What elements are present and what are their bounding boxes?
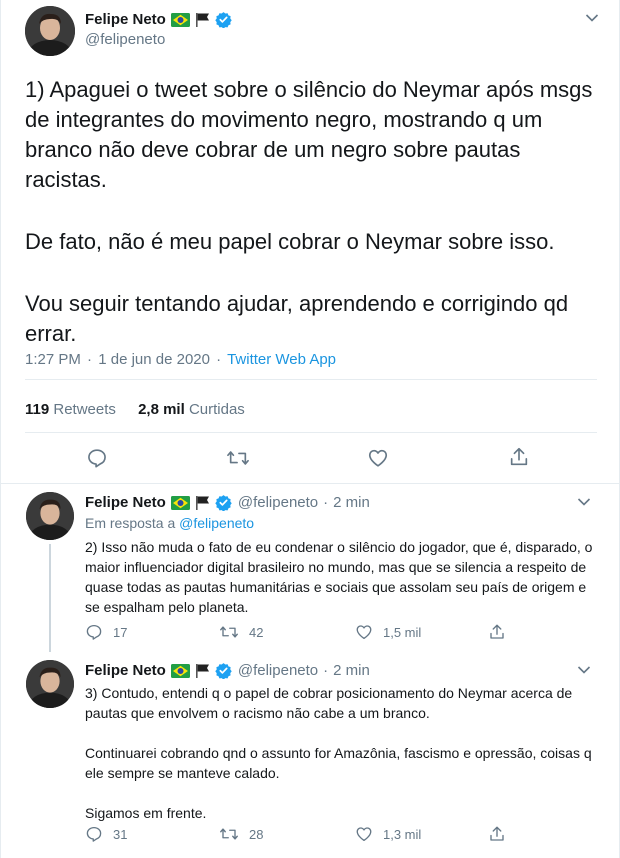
brazil-flag-icon [170, 663, 190, 678]
reply-button[interactable]: 17 [85, 623, 127, 641]
tweet-actions [1, 444, 620, 474]
likes-count: 2,8 mil [138, 401, 185, 418]
tweet-thread: Felipe Neto @felipeneto 1) Apaguei o twe… [0, 0, 620, 858]
retweet-icon [227, 451, 249, 465]
retweet-button[interactable] [226, 447, 250, 469]
avatar[interactable] [26, 660, 74, 708]
meta-separator: · [323, 662, 329, 679]
author-row: Felipe Neto @felipeneto · 2 min [85, 662, 370, 680]
tweet-meta: 1:27 PM · 1 de jun de 2020 · Twitter Web… [25, 351, 336, 368]
tweet-paragraph: Sigamos em frente. [85, 805, 207, 821]
share-button[interactable] [488, 825, 506, 843]
tweet-actions: 17 42 1,5 mil [1, 623, 620, 643]
reply-icon [86, 624, 102, 640]
tweet-source-link[interactable]: Twitter Web App [227, 351, 336, 368]
retweet-count: 28 [249, 826, 264, 842]
retweet-button[interactable]: 28 [219, 825, 263, 843]
meta-separator: · [216, 351, 222, 368]
author-handle[interactable]: @felipeneto [85, 31, 165, 48]
replying-to: Em resposta a @felipeneto [85, 515, 254, 531]
like-icon [356, 625, 372, 640]
tweet-stats: 119 Retweets 2,8 mil Curtidas [25, 401, 263, 418]
tweet-text: 2) Isso não muda o fato de eu condenar o… [85, 539, 593, 615]
main-tweet[interactable]: Felipe Neto @felipeneto 1) Apaguei o twe… [1, 0, 620, 484]
likes-stat[interactable]: 2,8 mil Curtidas [138, 401, 245, 418]
author-row: Felipe Neto [85, 11, 232, 29]
share-button[interactable] [488, 623, 506, 641]
like-count: 1,5 mil [383, 624, 422, 640]
verified-badge-icon [215, 494, 232, 512]
black-flag-icon [195, 495, 211, 510]
reply-button[interactable] [86, 447, 108, 469]
tweet-time[interactable]: 1:27 PM [25, 351, 81, 368]
replying-to-prefix: Em resposta a [85, 515, 176, 531]
like-count: 1,3 mil [383, 826, 422, 842]
author-name[interactable]: Felipe Neto [85, 662, 166, 679]
like-button[interactable]: 1,5 mil [355, 623, 421, 641]
reply-icon [86, 826, 102, 842]
meta-separator: · [323, 494, 329, 511]
tweet-paragraph: 3) Contudo, entendi q o papel de cobrar … [85, 685, 573, 721]
author-handle[interactable]: @felipeneto [238, 494, 318, 511]
verified-badge-icon [215, 662, 232, 680]
reply-tweet[interactable]: Felipe Neto @felipeneto · 2 min Em respo… [1, 484, 620, 654]
tweet-paragraph: De fato, não é meu papel cobrar o Neymar… [25, 229, 555, 254]
tweet-age[interactable]: 2 min [333, 494, 370, 511]
brazil-flag-icon [170, 12, 190, 27]
tweet-paragraph: Vou seguir tentando ajudar, aprendendo e… [25, 291, 569, 346]
share-button[interactable] [508, 446, 530, 468]
author-handle[interactable]: @felipeneto [238, 662, 318, 679]
share-icon [490, 826, 504, 841]
share-icon [490, 624, 504, 639]
author-name[interactable]: Felipe Neto [85, 11, 166, 28]
reply-count: 31 [113, 826, 128, 842]
brazil-flag-icon [170, 495, 190, 510]
tweet-age[interactable]: 2 min [333, 662, 370, 679]
tweet-paragraph: Continuarei cobrando qnd o assunto for A… [85, 745, 592, 781]
retweet-icon [220, 626, 238, 638]
retweet-button[interactable]: 42 [219, 623, 263, 641]
avatar[interactable] [26, 492, 74, 540]
retweet-count: 42 [249, 624, 264, 640]
retweets-label: Retweets [53, 401, 116, 418]
like-button[interactable] [367, 447, 389, 469]
replying-to-handle-link[interactable]: @felipeneto [179, 515, 254, 531]
author-name[interactable]: Felipe Neto [85, 494, 166, 511]
like-icon [356, 827, 372, 842]
chevron-down-icon[interactable] [585, 13, 599, 23]
reply-icon [88, 449, 106, 468]
reply-tweet[interactable]: Felipe Neto @felipeneto · 2 min 3) Contu… [1, 654, 620, 858]
meta-separator: · [87, 351, 93, 368]
tweet-actions: 31 28 1,3 mil [1, 825, 620, 845]
author-row: Felipe Neto @felipeneto · 2 min [85, 494, 370, 512]
tweet-paragraph: 1) Apaguei o tweet sobre o silêncio do N… [25, 77, 593, 192]
reply-button[interactable]: 31 [85, 825, 127, 843]
tweet-text: 3) Contudo, entendi q o papel de cobrar … [85, 683, 595, 823]
black-flag-icon [195, 663, 211, 678]
black-flag-icon [195, 12, 211, 27]
share-icon [510, 447, 528, 466]
avatar[interactable] [25, 6, 75, 56]
like-icon [368, 449, 388, 467]
retweet-icon [220, 828, 238, 840]
likes-label: Curtidas [188, 401, 245, 418]
retweets-stat[interactable]: 119 Retweets [25, 401, 116, 418]
reply-count: 17 [113, 624, 128, 640]
tweet-date[interactable]: 1 de jun de 2020 [98, 351, 210, 368]
verified-badge-icon [215, 11, 232, 29]
like-button[interactable]: 1,3 mil [355, 825, 421, 843]
tweet-text: 1) Apaguei o tweet sobre o silêncio do N… [25, 75, 600, 349]
chevron-down-icon[interactable] [577, 497, 591, 507]
divider [25, 379, 597, 380]
divider [25, 432, 597, 433]
retweets-count: 119 [25, 401, 50, 418]
chevron-down-icon[interactable] [577, 665, 591, 675]
